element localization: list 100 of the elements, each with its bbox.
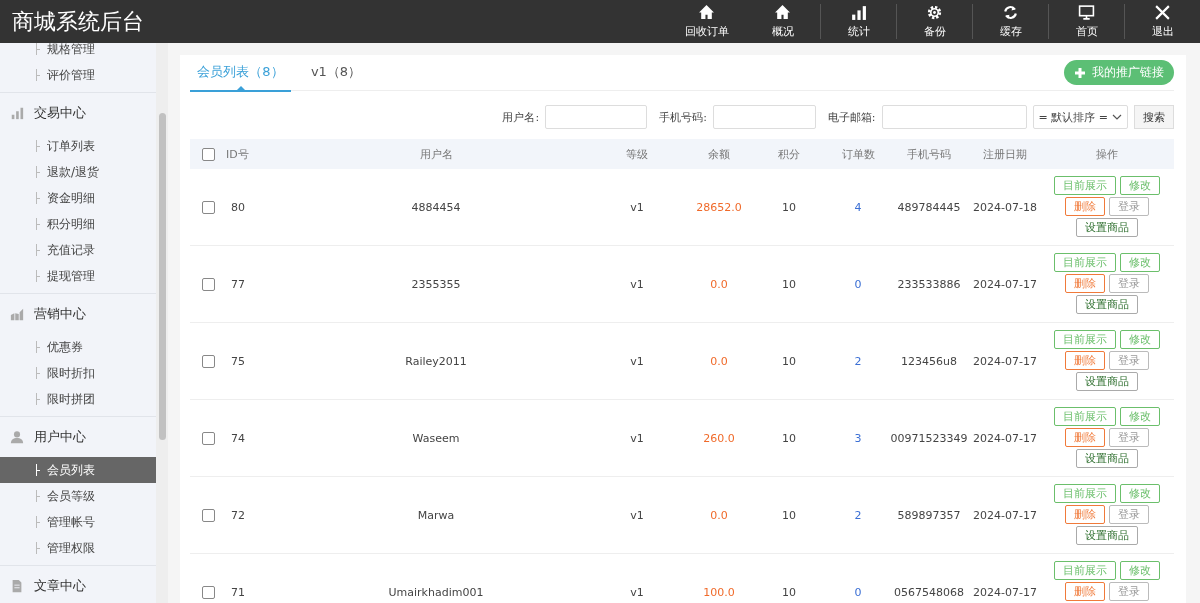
table-cell-text: 0.0 — [709, 277, 729, 291]
nav-button[interactable]: 退出 — [1124, 4, 1200, 39]
home-icon — [698, 4, 715, 21]
input-field[interactable] — [545, 105, 648, 129]
nav-button[interactable]: 回收订单 — [668, 4, 744, 39]
nav-button[interactable]: 首页 — [1048, 4, 1124, 39]
tab[interactable]: v1（8） — [291, 54, 381, 92]
bar-chart-icon — [850, 4, 867, 21]
checkbox[interactable] — [201, 277, 215, 291]
table-cell-text: 10 — [781, 508, 797, 522]
sidebar-item[interactable]: 提现管理 — [0, 263, 156, 289]
table-cell-text: 10 — [781, 431, 797, 445]
nav-button[interactable]: 概况 — [744, 4, 820, 39]
scrollbar[interactable] — [156, 43, 168, 603]
checkbox[interactable] — [201, 508, 215, 522]
table-cell-text: 2024-07-17 — [972, 508, 1038, 522]
sidebar-item[interactable]: 退款/退货 — [0, 159, 156, 185]
table-cell-text: 489784445 — [896, 200, 962, 214]
filter-label: 用户名: — [502, 109, 540, 125]
checkbox[interactable] — [201, 354, 215, 368]
sidebar-item[interactable]: 订单列表 — [0, 133, 156, 159]
table-cell-text: 0 — [853, 277, 863, 291]
sidebar-item[interactable]: 管理权限 — [0, 535, 156, 561]
table-cell-text: 2024-07-17 — [972, 431, 1038, 445]
action-button[interactable]: 设置商品 — [1076, 218, 1138, 237]
action-button[interactable]: 设置商品 — [1076, 295, 1138, 314]
table-cell-text: 72 — [230, 508, 246, 522]
table-cell-text: 10 — [781, 354, 797, 368]
table-cell-text: 260.0 — [702, 431, 736, 445]
table-cell-text: Umairkhadim001 — [387, 585, 485, 599]
checkbox[interactable] — [201, 585, 215, 599]
action-button[interactable]: 设置商品 — [1076, 526, 1138, 545]
table-cell-text: 233533886 — [896, 277, 962, 291]
monitor-icon — [1078, 4, 1095, 21]
sidebar-item[interactable]: 优惠券 — [0, 334, 156, 360]
sort-select[interactable]: = 默认排序 = — [1032, 105, 1128, 129]
app-title: 商城系统后台 — [11, 7, 145, 36]
table-cell-text: 0.0 — [709, 508, 729, 522]
chart-icon — [10, 307, 24, 321]
table-cell-text: 100.0 — [702, 585, 736, 599]
input-field[interactable] — [712, 105, 816, 129]
table-cell-text: 589897357 — [896, 508, 962, 522]
column-header: 余额 — [707, 146, 731, 162]
table-cell-text: 80 — [230, 200, 246, 214]
nav-button[interactable]: 统计 — [820, 4, 896, 39]
table-cell-text: 4884454 — [410, 200, 462, 214]
table-cell-text: Marwa — [416, 508, 456, 522]
table-cell-text: 0 — [853, 585, 863, 599]
sidebar-item[interactable]: 资金明细 — [0, 185, 156, 211]
table-cell-text: v1 — [629, 277, 645, 291]
nav-button[interactable]: 备份 — [896, 4, 972, 39]
sidebar-section-title: 交易中心 — [34, 104, 86, 122]
table-cell-text: 00971523349 — [889, 431, 969, 445]
table-cell-text: v1 — [629, 585, 645, 599]
table-cell-text: v1 — [629, 431, 645, 445]
filter-label: 电子邮箱: — [827, 109, 876, 125]
checkbox[interactable] — [201, 200, 215, 214]
checkbox[interactable] — [201, 147, 215, 161]
filter-label: 手机号码: — [659, 109, 707, 125]
input-field[interactable] — [881, 105, 1027, 129]
table-cell-text: 0567548068 — [893, 585, 965, 599]
checkbox[interactable] — [201, 431, 215, 445]
nav-button[interactable]: 缓存 — [972, 4, 1048, 39]
action-button[interactable]: 设置商品 — [1076, 449, 1138, 468]
sidebar-item[interactable]: 会员等级 — [0, 483, 156, 509]
home-icon — [774, 4, 791, 21]
plus-icon — [1074, 66, 1086, 79]
table-cell-text: 10 — [781, 585, 797, 599]
table-cell-text: 2 — [853, 354, 863, 368]
sidebar-item[interactable]: 积分明细 — [0, 211, 156, 237]
document-icon — [10, 579, 24, 593]
column-header: 积分 — [777, 146, 801, 162]
sidebar-item[interactable]: 管理帐号 — [0, 509, 156, 535]
action-button[interactable]: 设置商品 — [1076, 372, 1138, 391]
settings-icon — [926, 4, 943, 21]
table-cell-text: 123456u8 — [900, 354, 958, 368]
column-header: 等级 — [625, 146, 649, 162]
sidebar-item[interactable]: 限时折扣 — [0, 360, 156, 386]
table-cell-text: 2355355 — [410, 277, 462, 291]
column-header: 手机号码 — [906, 146, 952, 162]
column-header: 注册日期 — [982, 146, 1028, 162]
column-header: 操作 — [1095, 146, 1119, 162]
sidebar-item[interactable]: 会员列表 — [0, 457, 156, 483]
table-cell-text: 0.0 — [709, 354, 729, 368]
sidebar-item[interactable]: 充值记录 — [0, 237, 156, 263]
sidebar-section-title: 文章中心 — [34, 577, 86, 595]
chevron-down-icon — [1112, 113, 1122, 121]
table-cell-text: 77 — [230, 277, 246, 291]
sidebar-item[interactable]: 限时拼团 — [0, 386, 156, 412]
table-cell-text: 10 — [781, 200, 797, 214]
table-cell-text: v1 — [629, 354, 645, 368]
sidebar-section-title: 营销中心 — [34, 305, 86, 323]
table-cell-text: 2024-07-17 — [972, 354, 1038, 368]
table-cell-text: 2024-07-17 — [972, 277, 1038, 291]
sidebar-item[interactable]: 评价管理 — [0, 62, 156, 88]
search-button[interactable]: 搜索 — [1134, 105, 1174, 129]
table-cell-text: 75 — [230, 354, 246, 368]
sidebar-item[interactable]: 规格管理 — [0, 43, 156, 62]
refresh-icon — [1002, 4, 1019, 21]
close-icon — [1154, 4, 1171, 21]
